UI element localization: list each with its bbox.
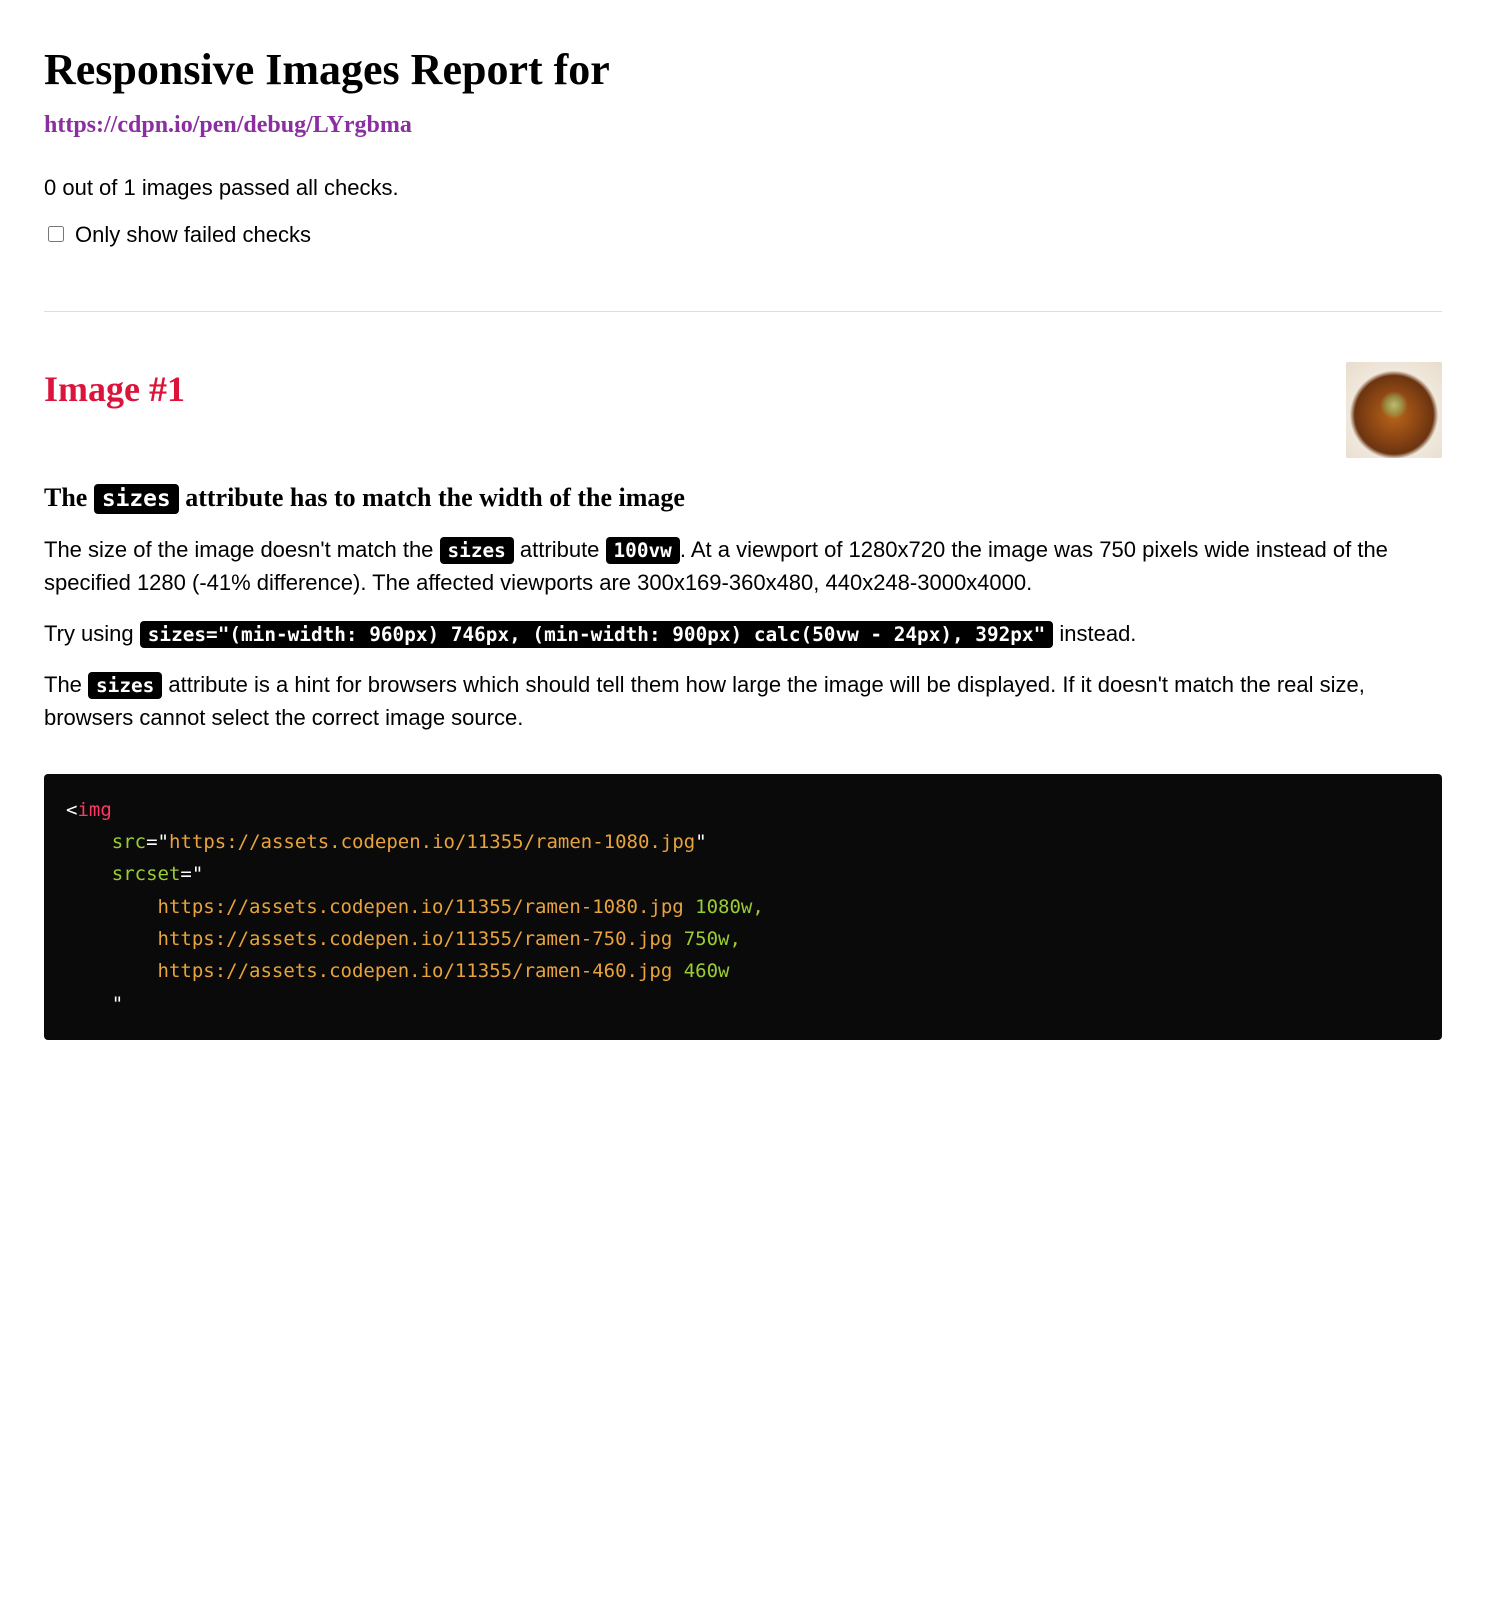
code-srcset-url-2: https://assets.codepen.io/11355/ramen-75… [158, 928, 673, 950]
p2-text-a: Try using [44, 621, 140, 646]
code-srcset-url-1: https://assets.codepen.io/11355/ramen-10… [158, 896, 684, 918]
code-eq2: = [180, 863, 191, 885]
check-paragraph-1: The size of the image doesn't match the … [44, 533, 1442, 599]
code-srcset-w-2: 750w, [672, 928, 741, 950]
check-title-post: attribute has to match the width of the … [179, 483, 685, 512]
p3-text-b: attribute is a hint for browsers which s… [44, 672, 1365, 730]
p2-text-b: instead. [1053, 621, 1136, 646]
filter-row: Only show failed checks [44, 218, 1442, 251]
image-heading: Image #1 [44, 362, 185, 416]
code-q4: " [112, 993, 123, 1015]
code-srcset-w-1: 1080w, [684, 896, 764, 918]
check-title-pre: The [44, 483, 94, 512]
code-srcset-w-3: 460w [672, 960, 729, 982]
report-url-line: https://cdpn.io/pen/debug/LYrgbma [44, 107, 1442, 143]
p3-code-sizes: sizes [88, 672, 162, 699]
p1-code-sizes: sizes [440, 537, 514, 564]
code-q2: " [695, 831, 706, 853]
report-url-link[interactable]: https://cdpn.io/pen/debug/LYrgbma [44, 112, 412, 138]
code-eq1: = [146, 831, 157, 853]
p3-text-a: The [44, 672, 88, 697]
image-thumbnail [1346, 362, 1442, 458]
code-block: <img src="https://assets.codepen.io/1135… [44, 774, 1442, 1040]
code-q1: " [158, 831, 169, 853]
code-srcset-url-3: https://assets.codepen.io/11355/ramen-46… [158, 960, 673, 982]
code-q3: " [192, 863, 203, 885]
check-title-code: sizes [94, 484, 179, 514]
check-title: The sizes attribute has to match the wid… [44, 478, 1442, 517]
code-attr-srcset: srcset [112, 863, 181, 885]
code-angle-open: < [66, 799, 77, 821]
code-attr-src: src [112, 831, 146, 853]
only-failed-label: Only show failed checks [75, 218, 311, 251]
p1-code-100vw: 100vw [606, 537, 680, 564]
code-src-value: https://assets.codepen.io/11355/ramen-10… [169, 831, 695, 853]
p2-code-suggestion: sizes="(min-width: 960px) 746px, (min-wi… [140, 621, 1053, 648]
p1-text-a: The size of the image doesn't match the [44, 537, 440, 562]
divider [44, 311, 1442, 312]
only-failed-checkbox[interactable] [48, 226, 64, 242]
check-paragraph-3: The sizes attribute is a hint for browse… [44, 668, 1442, 734]
summary-text: 0 out of 1 images passed all checks. [44, 171, 1442, 204]
page-title: Responsive Images Report for [44, 44, 1442, 97]
p1-text-b: attribute [514, 537, 606, 562]
code-tag-img: img [77, 799, 111, 821]
check-paragraph-2: Try using sizes="(min-width: 960px) 746p… [44, 617, 1442, 650]
